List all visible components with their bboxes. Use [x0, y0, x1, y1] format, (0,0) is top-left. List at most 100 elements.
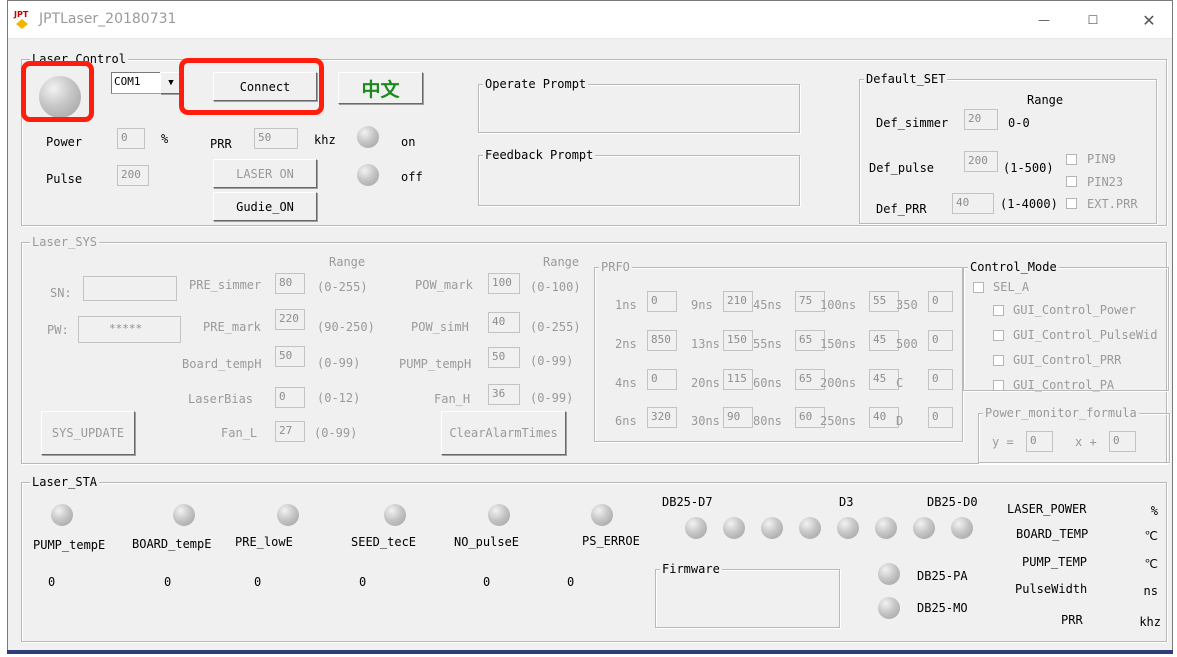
- laser-on-button[interactable]: LASER ON: [213, 159, 317, 188]
- off-label: off: [401, 170, 423, 184]
- prfo-input[interactable]: 0: [928, 291, 953, 312]
- prfo-input[interactable]: 850: [647, 330, 677, 351]
- readout-unit: ns: [1143, 584, 1158, 598]
- prfo-input[interactable]: 45: [869, 330, 899, 351]
- gui-control-pa-checkbox[interactable]: [993, 380, 1004, 391]
- fan-h-input[interactable]: 36: [488, 384, 520, 405]
- default-set-group: Default_SET Range Def_simmer 20 0-0 Def_…: [859, 72, 1157, 224]
- ext-prr-checkbox[interactable]: [1066, 198, 1077, 209]
- pre-simmer-input[interactable]: 80: [275, 273, 305, 294]
- prfo-label: 4ns: [615, 376, 637, 390]
- status-led: [384, 504, 406, 526]
- default-range-label: Range: [1027, 93, 1064, 107]
- highlight-status-led: [21, 61, 94, 122]
- prfo-input[interactable]: 150: [723, 330, 753, 351]
- db25-pa-led: [878, 563, 900, 585]
- prfo-label: C: [896, 376, 904, 390]
- feedback-prompt-title: Feedback Prompt: [483, 148, 596, 162]
- board-temph-input[interactable]: 50: [275, 346, 305, 367]
- pin9-checkbox[interactable]: [1066, 154, 1077, 165]
- laser-sys-group: Laser_SYS SN: PW: ***** Range Range PRE_…: [21, 235, 1170, 464]
- power-input[interactable]: 0: [117, 128, 145, 149]
- pre-mark-input[interactable]: 220: [275, 309, 305, 330]
- fan-l-input[interactable]: 27: [275, 421, 305, 442]
- pow-mark-input[interactable]: 100: [488, 273, 520, 294]
- def-simmer-label: Def_simmer: [876, 116, 949, 130]
- close-button[interactable]: ✕: [1126, 1, 1172, 39]
- def-prr-input[interactable]: 40: [952, 193, 994, 214]
- pump-temph-label: PUMP_tempH: [399, 357, 472, 371]
- db25-led: [799, 517, 821, 539]
- readout-label: BOARD_TEMP: [1016, 527, 1089, 541]
- laser-sys-title: Laser_SYS: [30, 235, 100, 249]
- sn-label: SN:: [50, 286, 72, 300]
- sn-input[interactable]: [83, 276, 177, 301]
- pump-temph-range: (0-99): [530, 354, 574, 368]
- prfo-input[interactable]: 320: [647, 407, 677, 428]
- def-pulse-input[interactable]: 200: [964, 151, 998, 172]
- prfo-input[interactable]: 210: [723, 291, 753, 312]
- fan-l-label: Fan_L: [221, 426, 258, 440]
- prfo-input[interactable]: 0: [928, 407, 953, 428]
- status-value: 0: [48, 575, 56, 589]
- laser-bias-input[interactable]: 0: [275, 387, 305, 408]
- pump-temph-input[interactable]: 50: [488, 347, 520, 368]
- prfo-input[interactable]: 90: [723, 407, 753, 428]
- gui-control-prr-checkbox[interactable]: [993, 355, 1004, 366]
- formula-x-label: x +: [1075, 435, 1097, 449]
- firmware-title: Firmware: [660, 562, 722, 576]
- fan-l-range: (0-99): [314, 426, 358, 440]
- prfo-input[interactable]: 0: [647, 369, 677, 390]
- pulse-input[interactable]: 200: [117, 165, 149, 186]
- prfo-input[interactable]: 115: [723, 369, 753, 390]
- status-led: [488, 504, 510, 526]
- prfo-label: 30ns: [691, 414, 720, 428]
- clear-alarm-times-button[interactable]: ClearAlarmTimes: [441, 411, 566, 455]
- prfo-label: 350: [896, 298, 918, 312]
- def-pulse-range: (1-500): [1003, 161, 1054, 175]
- prfo-input[interactable]: 0: [647, 291, 677, 312]
- prfo-input[interactable]: 40: [869, 407, 899, 428]
- status-value: 0: [164, 575, 172, 589]
- def-pulse-label: Def_pulse: [869, 161, 935, 175]
- db25-d0-label: DB25-D0: [927, 495, 978, 509]
- pow-simh-input[interactable]: 40: [488, 312, 520, 333]
- db25-led: [685, 517, 707, 539]
- maximize-button[interactable]: ☐: [1070, 1, 1116, 39]
- prfo-input[interactable]: 45: [869, 369, 899, 390]
- guide-on-button[interactable]: Gudie_ON: [213, 192, 317, 221]
- db25-led: [951, 517, 973, 539]
- gui-control-power-checkbox[interactable]: [993, 305, 1004, 316]
- sel-a-checkbox[interactable]: [973, 282, 984, 293]
- formula-x-input[interactable]: 0: [1109, 431, 1136, 452]
- status-value: 0: [359, 575, 367, 589]
- prfo-input[interactable]: 0: [928, 369, 953, 390]
- prfo-input[interactable]: 55: [869, 291, 899, 312]
- sys-range-label-1: Range: [329, 255, 366, 269]
- readout-label: LASER_POWER: [1007, 502, 1087, 516]
- pow-simh-range: (0-255): [530, 320, 581, 334]
- gui-control-pulsewid-checkbox[interactable]: [993, 330, 1004, 341]
- control-mode-title: Control_Mode: [968, 260, 1059, 274]
- sys-update-button[interactable]: SYS_UPDATE: [41, 411, 135, 455]
- com-port-select[interactable]: COM1: [111, 72, 161, 94]
- prfo-label: 20ns: [691, 376, 720, 390]
- status-value: 0: [254, 575, 262, 589]
- language-button[interactable]: 中文: [338, 72, 423, 104]
- pow-simh-label: POW_simH: [411, 320, 469, 334]
- d3-label: D3: [839, 495, 854, 509]
- minimize-button[interactable]: —: [1021, 1, 1067, 39]
- pin23-checkbox[interactable]: [1066, 176, 1077, 187]
- prr-input[interactable]: 50: [254, 128, 298, 149]
- prfo-title: PRFO: [599, 260, 632, 274]
- status-label: PUMP_tempE: [33, 538, 106, 552]
- db25-mo-led: [878, 597, 900, 619]
- prfo-input[interactable]: 0: [928, 330, 953, 351]
- def-simmer-input[interactable]: 20: [964, 109, 998, 130]
- title-bar: JPT JPTLaser_20180731 — ☐ ✕: [8, 1, 1172, 39]
- gui-control-pa-label: GUI_Control_PA: [1013, 378, 1115, 392]
- gui-control-power-label: GUI_Control_Power: [1013, 303, 1136, 317]
- pw-input[interactable]: *****: [78, 316, 181, 343]
- formula-y-input[interactable]: 0: [1026, 431, 1053, 452]
- db25-led: [913, 517, 935, 539]
